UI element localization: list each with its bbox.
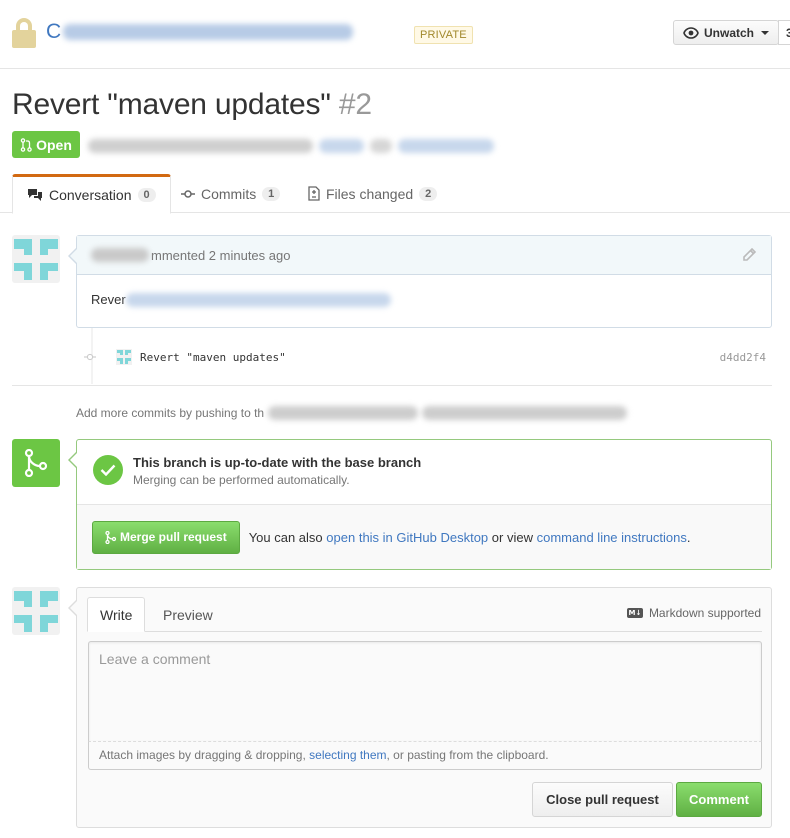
repo-owner-visible[interactable]: C [46,20,61,43]
merge-or-view-text: or view [491,529,533,545]
eye-icon [683,26,699,39]
comment-editor-tabs: Write Preview M↓ Markdown supported [77,588,771,632]
tab-conversation-label: Conversation [49,187,132,203]
select-files-link[interactable]: selecting them [309,748,386,762]
unwatch-button[interactable]: Unwatch [673,20,779,45]
comment-textarea[interactable] [88,641,762,742]
tab-preview[interactable]: Preview [151,597,225,632]
markdown-supported[interactable]: M↓ Markdown supported [626,606,761,620]
comment-header: mmented 2 minutes ago [77,236,771,275]
attach-hint: Attach images by dragging & dropping, se… [88,742,762,770]
attach-hint-suffix: , or pasting from the clipboard. [386,748,549,762]
tab-files-changed-label: Files changed [326,185,414,202]
private-label: PRIVATE [414,26,473,44]
attach-hint-prefix: Attach images by dragging & dropping, [99,748,310,762]
pr-title-text: Revert "maven updates" [12,88,331,121]
push-hint-redacted-1 [268,406,419,420]
tab-commits-label: Commits [201,185,257,202]
tab-commits-count: 1 [262,186,281,201]
git-commit-icon [181,189,195,198]
pr-state-badge: Open [12,131,80,158]
comment-body-text: Rever [91,292,126,307]
pr-number: #2 [338,88,372,121]
pr-meta-redacted [88,138,494,154]
push-hint: Add more commits by pushing to th [76,406,628,420]
pr-state-label: Open [36,136,72,153]
commit-row: Revert "maven updates" d4dd2f4 [84,347,772,367]
merge-status-title: This branch is up-to-date with the base … [133,455,422,470]
git-commit-icon [84,353,96,361]
commit-sha[interactable]: d4dd2f4 [720,351,766,364]
repo-header: C PRIVATE Unwatch 3 [0,0,790,69]
diff-icon [308,186,320,201]
tab-commits[interactable]: Commits 1 [181,174,281,213]
markdown-supported-label: Markdown supported [648,606,761,620]
commit-author-avatar[interactable] [116,349,132,365]
tab-files-changed[interactable]: Files changed 2 [308,174,438,213]
comment-discussion-icon [28,189,42,201]
markdown-icon: M↓ [626,608,643,618]
merge-also-text: You can also [248,529,323,545]
comment-body: Rever [77,275,771,324]
merge-status-subtitle: Merging can be performed automatically. [133,473,350,487]
tab-files-changed-count: 2 [419,186,438,201]
timeline-divider [12,385,772,386]
close-pull-request-button[interactable]: Close pull request [532,782,673,817]
commit-message[interactable]: Revert "maven updates" [140,351,286,364]
pr-tabs: Conversation 0 Commits 1 Files changed 2 [0,174,790,214]
git-pull-request-icon [20,137,32,152]
chevron-down-icon [761,30,769,35]
pr-title: Revert "maven updates" #2 [12,88,372,122]
comment-button[interactable]: Comment [676,782,762,817]
merge-box: This branch is up-to-date with the base … [68,439,772,570]
comment-timestamp: mmented 2 minutes ago [151,247,291,263]
push-hint-text: Add more commits by pushing to th [76,406,265,420]
git-merge-icon [105,530,116,544]
avatar[interactable] [12,587,60,635]
lock-icon [12,18,36,50]
check-icon [93,455,123,485]
open-in-desktop-link[interactable]: open this in GitHub Desktop [326,530,488,545]
tab-conversation-count: 0 [137,188,156,202]
command-line-instructions-link[interactable]: command line instructions [537,530,687,545]
new-comment-form: Write Preview M↓ Markdown supported Atta… [68,587,772,828]
tab-conversation[interactable]: Conversation 0 [12,174,171,214]
tab-write[interactable]: Write [87,597,146,632]
unwatch-label: Unwatch [703,25,754,40]
comment-link-redacted [125,292,391,307]
merge-button-label: Merge pull request [120,530,227,544]
watchers-count[interactable]: 3 [778,20,790,45]
push-hint-redacted-2 [422,406,628,420]
repo-name-redacted [63,24,354,41]
pencil-icon[interactable] [741,247,757,263]
merge-pull-request-button[interactable]: Merge pull request [92,520,240,554]
git-merge-icon [12,439,60,487]
merge-status: This branch is up-to-date with the base … [77,440,771,505]
avatar[interactable] [12,235,60,283]
merge-actions: Merge pull request You can also open thi… [77,505,771,569]
merge-period: . [686,529,691,545]
comment-author-redacted [91,248,149,262]
comment-box: mmented 2 minutes ago Rever [68,235,772,328]
repo-title[interactable]: C [46,20,354,44]
